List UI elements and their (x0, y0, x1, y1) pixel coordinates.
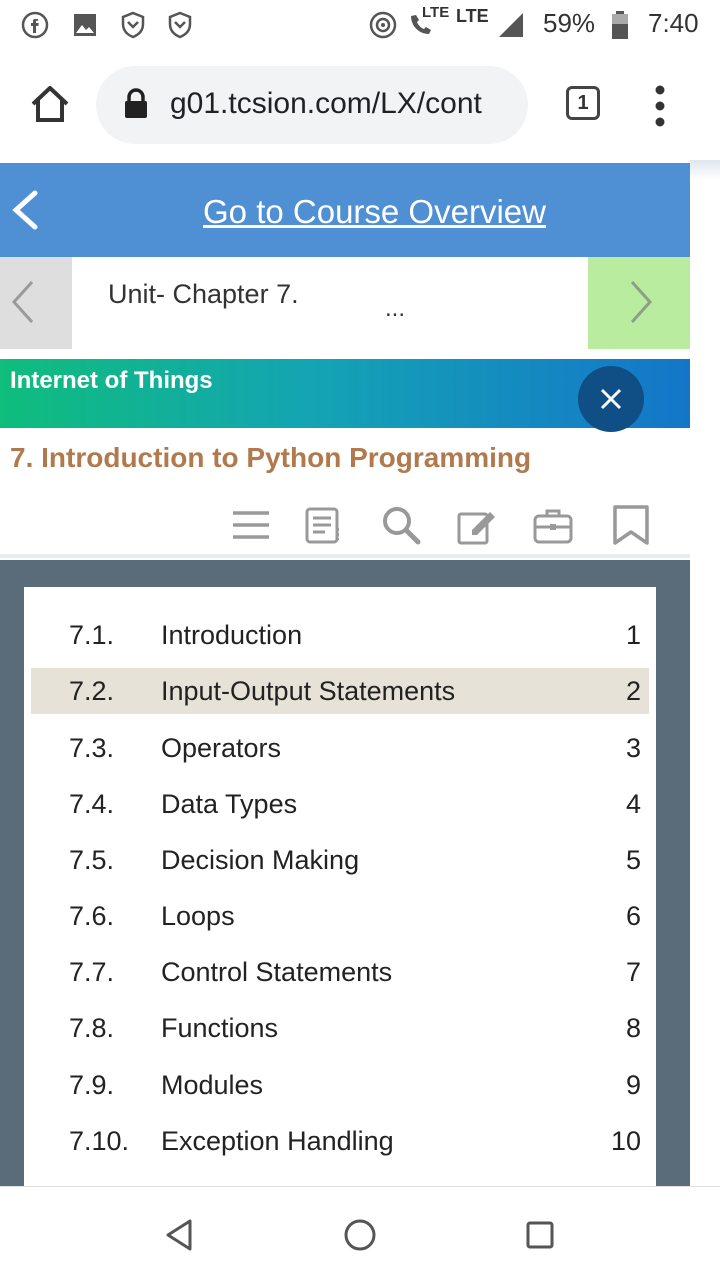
toc-item-title: Loops (161, 901, 235, 931)
toc-item-title: Data Types (161, 789, 298, 819)
course-overview-link[interactable]: Go to Course Overview (203, 193, 546, 231)
toc-item-number: 7.7. (69, 957, 115, 987)
back-chevron-icon[interactable] (10, 189, 40, 231)
toc-item-number: 7.3. (69, 733, 115, 763)
toc-item-title: Functions (161, 1013, 279, 1043)
toc-item-title: Operators (161, 733, 282, 763)
network-type-label: LTE (456, 6, 489, 26)
back-icon[interactable] (160, 1215, 200, 1255)
toc-item[interactable]: 7.1. Introduction 1 (31, 612, 649, 658)
menu-icon[interactable] (230, 504, 272, 546)
close-icon (600, 388, 622, 410)
lock-icon (125, 88, 147, 118)
shield-icon (121, 11, 145, 39)
chapter-navigator: Unit- Chapter 7. ... (0, 257, 690, 349)
battery-percent: 59% (543, 8, 596, 38)
toc-item-number: 7.6. (69, 901, 115, 931)
clock-time: 7:40 (648, 8, 699, 38)
toolbar-divider (0, 554, 690, 558)
toc-item-title: Introduction (161, 620, 303, 650)
hotspot-icon (369, 11, 397, 39)
toc-item-number: 7.4. (69, 789, 115, 819)
status-bar: LTE LTE 59% 7:40 (0, 0, 720, 50)
toc-item[interactable]: 7.3. Operators 3 (31, 725, 649, 771)
notes-icon[interactable] (302, 504, 344, 546)
subject-title: Internet of Things (10, 367, 213, 394)
chevron-left-icon (11, 280, 34, 324)
page-edge-shadow (690, 160, 720, 180)
previous-chapter-button[interactable] (0, 257, 72, 349)
toc-item-page: 7 (625, 957, 641, 987)
home-circle-icon[interactable] (340, 1215, 380, 1255)
chapter-label: Unit- Chapter 7. (108, 279, 299, 309)
toc-item[interactable]: 7.7. Control Statements 7 (31, 949, 649, 995)
toc-item-title: Modules (161, 1070, 264, 1100)
toc-item-title: Exception Handling (161, 1126, 394, 1156)
system-nav-bar (0, 1186, 720, 1280)
toc-item[interactable]: 7.9. Modules 9 (31, 1062, 649, 1108)
toc-item[interactable]: 7.10. Exception Handling 10 (31, 1118, 649, 1164)
url-text[interactable]: g01.tcsion.com/LX/cont (170, 87, 515, 121)
toc-item-page: 8 (625, 1013, 641, 1043)
chapter-title: 7. Introduction to Python Programming (10, 442, 532, 473)
subject-banner: Internet of Things (0, 359, 690, 432)
recents-icon[interactable] (520, 1215, 560, 1255)
toc-item-active[interactable]: 7.2. Input-Output Statements 2 (31, 668, 649, 714)
browser-toolbar: g01.tcsion.com/LX/cont 1 (0, 50, 720, 160)
bookmark-icon[interactable] (610, 504, 652, 546)
search-icon[interactable] (380, 504, 422, 546)
toc-item-number: 7.9. (69, 1070, 115, 1100)
toc-item-number: 7.10. (69, 1126, 130, 1156)
toc-item-title: Decision Making (161, 845, 360, 875)
toc-item-page: 9 (625, 1070, 641, 1100)
toc-item-number: 7.2. (69, 676, 115, 706)
toc-item-page: 4 (625, 789, 641, 819)
shield-icon (168, 11, 192, 39)
toc-item-title: Input-Output Statements (161, 676, 456, 706)
course-header: Go to Course Overview (0, 163, 690, 257)
chevron-right-icon (630, 280, 653, 324)
toc-item-number: 7.5. (69, 845, 115, 875)
edit-icon[interactable] (456, 504, 498, 546)
chapter-more-ellipsis[interactable]: ... (385, 295, 405, 323)
facebook-icon (21, 11, 49, 39)
toc-item-page: 10 (610, 1126, 641, 1156)
gallery-icon (74, 14, 96, 36)
toc-item-page: 2 (625, 676, 641, 706)
next-chapter-button[interactable] (588, 257, 690, 349)
toc-item-page: 6 (625, 901, 641, 931)
signal-icon (499, 13, 523, 37)
tabs-icon[interactable]: 1 (566, 86, 600, 120)
toc-item[interactable]: 7.6. Loops 6 (31, 893, 649, 939)
toc-item[interactable]: 7.4. Data Types 4 (31, 781, 649, 827)
toc-item-number: 7.1. (69, 620, 115, 650)
briefcase-icon[interactable] (532, 504, 574, 546)
home-icon[interactable] (28, 82, 72, 126)
toc-item-page: 1 (625, 620, 641, 650)
battery-icon (612, 11, 628, 39)
toc-item-page: 3 (625, 733, 641, 763)
toc-item-title: Control Statements (161, 957, 393, 987)
volte-label: LTE (422, 4, 450, 21)
toc-item[interactable]: 7.8. Functions 8 (31, 1005, 649, 1051)
toc-item-page: 5 (625, 845, 641, 875)
more-vert-icon[interactable] (650, 84, 670, 128)
toc-item-number: 7.8. (69, 1013, 115, 1043)
close-button[interactable] (578, 366, 644, 432)
toc-item[interactable]: 7.5. Decision Making 5 (31, 837, 649, 883)
